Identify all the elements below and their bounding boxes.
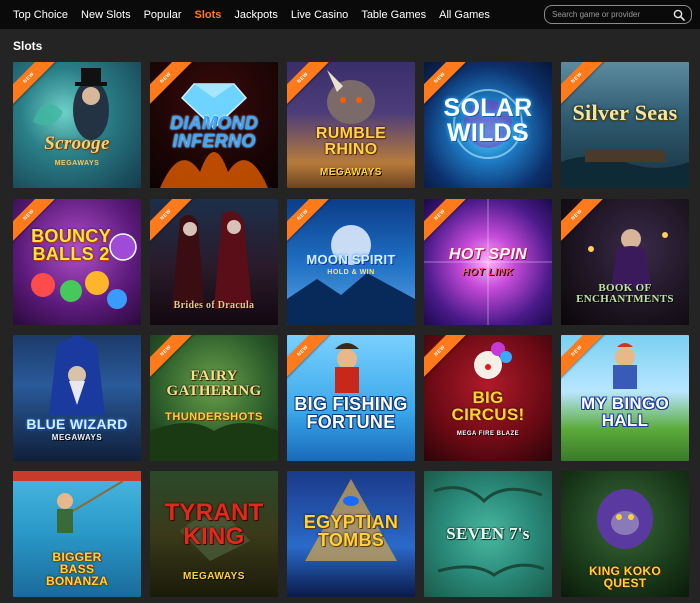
game-title: Brides of Dracula <box>173 300 255 311</box>
game-title: TYRANT KING <box>164 499 264 550</box>
game-title: Scrooge <box>44 133 110 154</box>
nav-new-slots[interactable]: New Slots <box>81 9 131 21</box>
game-subtitle: MEGAWAYS <box>54 160 100 167</box>
game-tile-hot-spin[interactable]: HOT SPIN HOT LINK NEW <box>424 199 552 325</box>
game-tile-big-circus[interactable]: BIG CIRCUS! MEGA FIRE BLAZE NEW <box>424 335 552 461</box>
game-tile-seven-7s[interactable]: SEVEN 7's <box>424 471 552 597</box>
game-title: MY BINGO HALL <box>580 394 670 430</box>
game-subtitle: MEGAWAYS <box>51 433 103 442</box>
section-title: Slots <box>13 39 43 53</box>
game-subtitle: THUNDERSHOTS <box>165 411 263 423</box>
game-tile-moon-spirit[interactable]: MOON SPIRIT HOLD & WIN NEW <box>287 199 415 325</box>
game-grid: Scrooge MEGAWAYS NEW DIAMOND INFERNO NEW… <box>13 62 689 603</box>
game-artwork <box>13 335 141 461</box>
game-tile-bouncy-balls-2[interactable]: BOUNCY BALLS 2 NEW <box>13 199 141 325</box>
game-title: BIGGER BASS BONANZA <box>45 550 109 588</box>
game-title: BOOK OF ENCHANTMENTS <box>576 282 674 305</box>
game-tile-king-koko-quest[interactable]: KING KOKO QUEST <box>561 471 689 597</box>
game-title: FAIRY GATHERING <box>166 368 262 399</box>
game-title: KING KOKO QUEST <box>588 564 662 590</box>
game-tile-blue-wizard[interactable]: BLUE WIZARD MEGAWAYS <box>13 335 141 461</box>
game-title: SEVEN 7's <box>446 524 530 543</box>
game-title: RUMBLE RHINO <box>315 125 387 158</box>
game-subtitle: MEGA FIRE BLAZE <box>456 431 520 437</box>
game-tile-bigger-bass-bonanza[interactable]: BIGGER BASS BONANZA <box>13 471 141 597</box>
game-tile-brides-of-dracula[interactable]: Brides of Dracula NEW <box>150 199 278 325</box>
game-tile-egyptian-tombs[interactable]: EGYPTIAN TOMBS <box>287 471 415 597</box>
magnifier-icon[interactable] <box>673 9 685 21</box>
game-tile-big-fishing-fortune[interactable]: BIG FISHING FORTUNE NEW <box>287 335 415 461</box>
top-navigation: Top Choice New Slots Popular Slots Jackp… <box>0 0 700 29</box>
nav-all-games[interactable]: All Games <box>439 9 490 21</box>
game-title: BLUE WIZARD <box>26 416 128 432</box>
search-input[interactable] <box>545 10 665 19</box>
game-tile-book-of-enchantments[interactable]: BOOK OF ENCHANTMENTS NEW <box>561 199 689 325</box>
nav-table-games[interactable]: Table Games <box>361 9 426 21</box>
game-title: EGYPTIAN TOMBS <box>303 512 399 550</box>
game-title: Silver Seas <box>572 100 678 125</box>
game-subtitle: MEGAWAYS <box>183 571 245 582</box>
game-subtitle: HOT LINK <box>462 267 514 278</box>
game-title: BIG FISHING FORTUNE <box>294 394 408 432</box>
game-tile-silver-seas[interactable]: Silver Seas NEW <box>561 62 689 188</box>
nav-popular[interactable]: Popular <box>144 9 182 21</box>
game-title: SOLAR WILDS <box>443 94 533 147</box>
game-tile-scrooge-megaways[interactable]: Scrooge MEGAWAYS NEW <box>13 62 141 188</box>
nav-jackpots[interactable]: Jackpots <box>234 9 277 21</box>
nav-top-choice[interactable]: Top Choice <box>13 9 68 21</box>
game-tile-rumble-rhino[interactable]: RUMBLE RHINO MEGAWAYS NEW <box>287 62 415 188</box>
game-title: HOT SPIN <box>449 246 527 263</box>
game-title: BIG CIRCUS! <box>451 388 525 424</box>
game-tile-fairy-gathering[interactable]: FAIRY GATHERING THUNDERSHOTS NEW <box>150 335 278 461</box>
game-subtitle: HOLD & WIN <box>327 269 375 276</box>
game-tile-my-bingo-hall[interactable]: MY BINGO HALL NEW <box>561 335 689 461</box>
game-tile-solar-wilds[interactable]: SOLAR WILDS NEW <box>424 62 552 188</box>
game-subtitle: MEGAWAYS <box>320 167 382 178</box>
search-box[interactable] <box>544 5 692 24</box>
game-title: DIAMOND INFERNO <box>169 113 259 151</box>
nav-slots[interactable]: Slots <box>195 9 222 21</box>
game-tile-diamond-inferno[interactable]: DIAMOND INFERNO NEW <box>150 62 278 188</box>
game-title: MOON SPIRIT <box>306 252 396 267</box>
game-title: BOUNCY BALLS 2 <box>31 226 111 264</box>
game-tile-tyrant-king[interactable]: TYRANT KING MEGAWAYS <box>150 471 278 597</box>
nav-live-casino[interactable]: Live Casino <box>291 9 348 21</box>
